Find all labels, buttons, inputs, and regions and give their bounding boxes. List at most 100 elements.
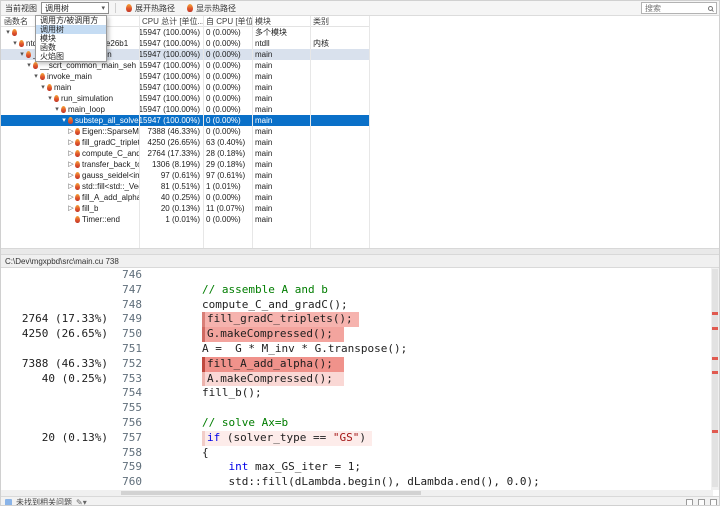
cell-total: 15947 (100.00%) <box>139 94 200 103</box>
call-tree-row[interactable]: ▷ fill_b 20 (0.13%) 11 (0.07%) main <box>1 203 369 214</box>
collapse-arrow-icon[interactable]: ▾ <box>53 104 61 115</box>
collapse-arrow-icon[interactable]: ▾ <box>25 60 33 71</box>
cpu-cost-gutter: 40 (0.25%) <box>41 371 108 385</box>
code-line: 2764 (17.33%) 749 fill_gradC_triplets(); <box>1 312 713 328</box>
function-name: compute_C_and_gra... <box>82 149 139 158</box>
cell-category <box>310 115 369 126</box>
line-number: 753 <box>122 371 142 385</box>
status-icon[interactable] <box>698 498 705 505</box>
collapse-arrow-icon[interactable]: ▾ <box>4 27 12 38</box>
cell-total: 15947 (100.00%) <box>139 72 200 81</box>
cell-category <box>310 181 369 192</box>
expand-arrow-icon[interactable]: ▷ <box>67 170 75 181</box>
cell-category <box>310 104 369 115</box>
cell-module: main <box>255 215 273 224</box>
column-header-module[interactable]: 模块 <box>252 16 310 26</box>
expand-arrow-icon[interactable]: ▷ <box>67 203 75 214</box>
call-tree-row[interactable]: ▾ run_simulation 15947 (100.00%) 0 (0.00%) m… <box>1 93 369 104</box>
cell-module: main <box>255 116 273 125</box>
flame-icon <box>12 29 17 36</box>
cell-self: 0 (0.00%) <box>206 39 241 48</box>
view-dropdown-option[interactable]: 调用树 <box>36 25 106 34</box>
chevron-down-icon: ▾ <box>101 5 105 12</box>
code-token: // assemble A and b <box>201 282 328 296</box>
column-header-category[interactable]: 类别 <box>310 16 369 26</box>
expand-arrow-icon[interactable]: ▷ <box>67 159 75 170</box>
call-tree-row[interactable]: ▷ fill_gradC_triplets 4250 (26.65%) 63 (0.4… <box>1 137 369 148</box>
cell-total: 97 (0.61%) <box>160 171 200 180</box>
expand-arrow-icon[interactable]: ▷ <box>67 192 75 203</box>
flame-icon <box>75 194 80 201</box>
call-tree-row[interactable]: ▾ substep_all_solver 15947 (100.00%) 0 (0.0… <box>1 115 369 126</box>
hot-line-highlight: G.makeCompressed(); <box>201 327 344 342</box>
cell-self: 0 (0.00%) <box>206 72 241 81</box>
cell-category <box>310 192 369 203</box>
cell-category <box>310 93 369 104</box>
flame-icon <box>26 51 31 58</box>
status-icon[interactable] <box>686 498 693 505</box>
scrollbar-thumb[interactable] <box>121 491 421 495</box>
collapse-arrow-icon[interactable]: ▾ <box>60 115 68 126</box>
call-tree-row[interactable]: ▾ invoke_main 15947 (100.00%) 0 (0.00%) main <box>1 71 369 82</box>
search-input[interactable] <box>645 3 706 13</box>
call-tree-row[interactable]: ▷ std::fill<std::_Vector_ite... 81 (0.51%)… <box>1 181 369 192</box>
call-tree-row[interactable]: ▷ fill_A_add_alpha 40 (0.25%) 0 (0.00%) main <box>1 192 369 203</box>
code-token: { <box>201 445 209 459</box>
view-dropdown-option[interactable]: 模块 <box>36 34 106 43</box>
vertical-scrollbar[interactable] <box>711 268 719 490</box>
cell-module: main <box>255 171 273 180</box>
cell-self: 63 (0.40%) <box>206 138 246 147</box>
expand-arrow-icon[interactable]: ▷ <box>67 148 75 159</box>
call-tree-row[interactable]: ▷ Eigen::SparseMatrix... 7388 (46.33%) 0 (0… <box>1 126 369 137</box>
collapse-arrow-icon[interactable]: ▾ <box>32 71 40 82</box>
cell-name: ▾ main_loop <box>1 104 139 115</box>
cell-self: 1 (0.01%) <box>206 182 241 191</box>
line-number: 758 <box>122 445 142 459</box>
hot-line-highlight: A.makeCompressed(); <box>201 371 344 387</box>
cell-module: ntdll <box>255 39 270 48</box>
column-header-cpu-total[interactable]: CPU 总计 [单位... <box>139 16 203 26</box>
cell-module: main <box>255 105 273 114</box>
panel-splitter[interactable] <box>1 248 719 255</box>
edit-pencil-icon[interactable]: ✎▾ <box>76 498 87 506</box>
code-text: compute_C_and_gradC(); <box>149 298 713 313</box>
collapse-arrow-icon[interactable]: ▾ <box>39 82 47 93</box>
cell-name: ▷ compute_C_and_gra... <box>1 148 139 159</box>
collapse-arrow-icon[interactable]: ▾ <box>46 93 54 104</box>
status-icon[interactable] <box>710 498 717 505</box>
column-header-cpu-self[interactable]: 自 CPU [单位, %] <box>203 16 252 26</box>
profiler-window: 当前视图 调用树 ▾ 展开热路径 显示热路径 函数名 CPU 总计 [单位...… <box>0 0 720 506</box>
expand-arrow-icon[interactable]: ▷ <box>67 126 75 137</box>
code-text: A = G * M_inv * G.transpose(); <box>149 342 713 357</box>
cell-total: 40 (0.25%) <box>160 193 200 202</box>
cell-total: 15947 (100.00%) <box>139 105 200 114</box>
current-view-label: 当前视图 <box>5 3 37 13</box>
search-icon <box>708 5 713 11</box>
call-tree-row[interactable]: Timer::end 1 (0.01%) 0 (0.00%) main <box>1 214 369 225</box>
status-bar: 未找到相关问题 ✎▾ <box>1 496 719 506</box>
expand-hot-path-button[interactable]: 展开热路径 <box>122 2 179 15</box>
expand-arrow-icon[interactable]: ▷ <box>67 181 75 192</box>
cpu-cost-gutter <box>1 386 113 401</box>
view-dropdown-option[interactable]: 函数 <box>36 43 106 52</box>
code-token: if <box>206 430 221 444</box>
function-name: main_loop <box>68 105 105 114</box>
collapse-arrow-icon[interactable]: ▾ <box>18 49 26 60</box>
scrollbar-thumb[interactable] <box>712 269 718 487</box>
line-number: 756 <box>122 415 142 429</box>
view-dropdown-option[interactable]: 调用方/被调用方 <box>36 16 106 25</box>
view-dropdown-option[interactable]: 火焰图 <box>36 52 106 61</box>
call-tree-row[interactable]: ▾ main_loop 15947 (100.00%) 0 (0.00%) main <box>1 104 369 115</box>
show-hot-path-button[interactable]: 显示热路径 <box>183 2 240 15</box>
expand-hot-path-label: 展开热路径 <box>135 3 175 13</box>
expand-arrow-icon[interactable]: ▷ <box>67 137 75 148</box>
call-tree-row[interactable]: ▷ transfer_back_to_pos... 1306 (8.19%) 29 (… <box>1 159 369 170</box>
call-tree-row[interactable]: ▾ main 15947 (100.00%) 0 (0.00%) main <box>1 82 369 93</box>
code-token: (solver_type == <box>220 430 333 444</box>
cell-category: 内核 <box>313 39 329 48</box>
view-dropdown[interactable]: 调用树 ▾ <box>41 2 109 14</box>
hot-line-mark <box>712 371 718 374</box>
call-tree-row[interactable]: ▷ gauss_seidel<int,float,f... 97 (0.61%) 97… <box>1 170 369 181</box>
call-tree-row[interactable]: ▷ compute_C_and_gra... 2764 (17.33%) 28 (0.… <box>1 148 369 159</box>
collapse-arrow-icon[interactable]: ▾ <box>11 38 19 49</box>
